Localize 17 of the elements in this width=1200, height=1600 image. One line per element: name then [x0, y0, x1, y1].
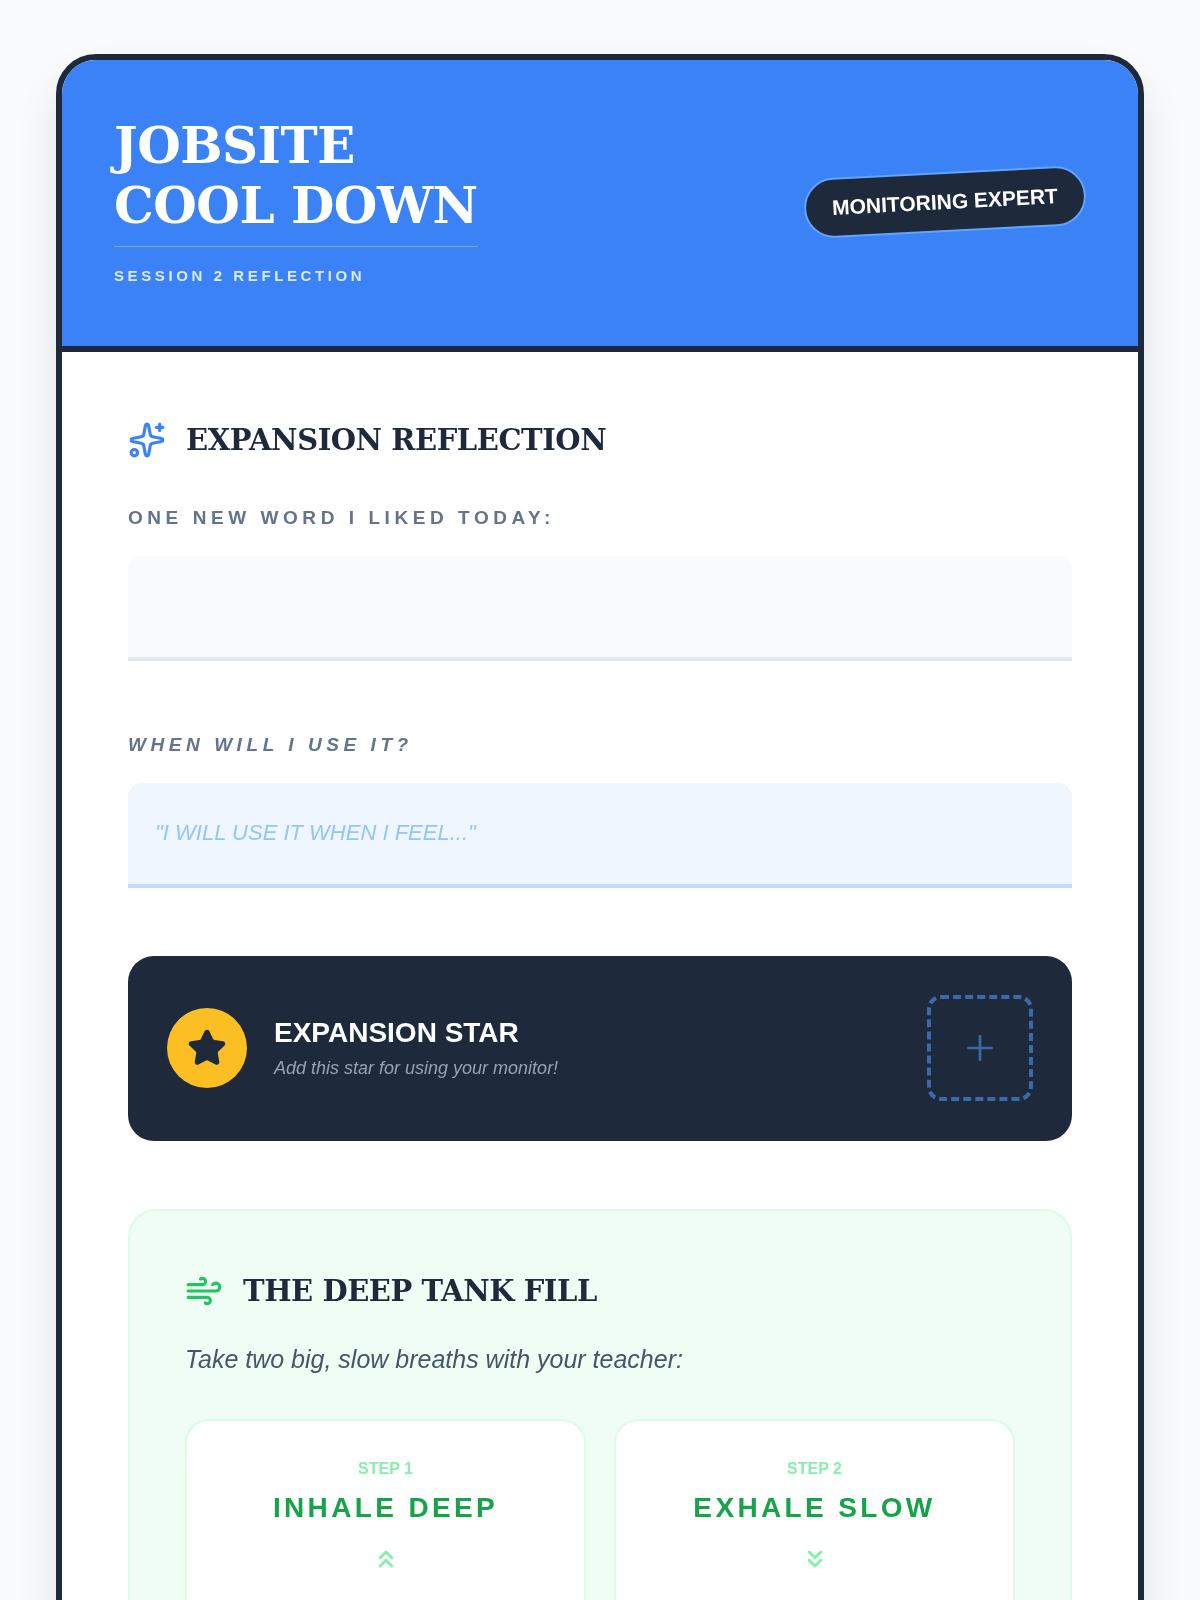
field-label: WHEN WILL I USE IT? [128, 732, 413, 757]
star-description: Add this star for using your monitor! [274, 1057, 559, 1080]
role-badge: MONITORING EXPERT [802, 164, 1088, 240]
field-label: ONE NEW WORD I LIKED TODAY: [128, 505, 555, 530]
star-title: EXPANSION STAR [274, 1016, 519, 1050]
breathing-instruction: Take two big, slow breaths with your teacher: [185, 1343, 683, 1375]
sparkles-icon [128, 420, 166, 459]
step-action: EXHALE SLOW [693, 1490, 936, 1525]
step-action: INHALE DEEP [272, 1490, 499, 1525]
step-number: STEP 1 [358, 1458, 413, 1479]
session-subtitle: SESSION 2 REFLECTION [114, 266, 367, 286]
step-number: STEP 2 [787, 1458, 842, 1479]
star-slot[interactable] [927, 995, 1033, 1101]
input-field[interactable] [128, 555, 1072, 661]
input-field[interactable]: "I WILL USE IT WHEN I FEEL..." [128, 782, 1072, 888]
section-heading: THE DEEP TANK FILL [243, 1272, 597, 1310]
section-heading: EXPANSION REFLECTION [186, 421, 607, 459]
